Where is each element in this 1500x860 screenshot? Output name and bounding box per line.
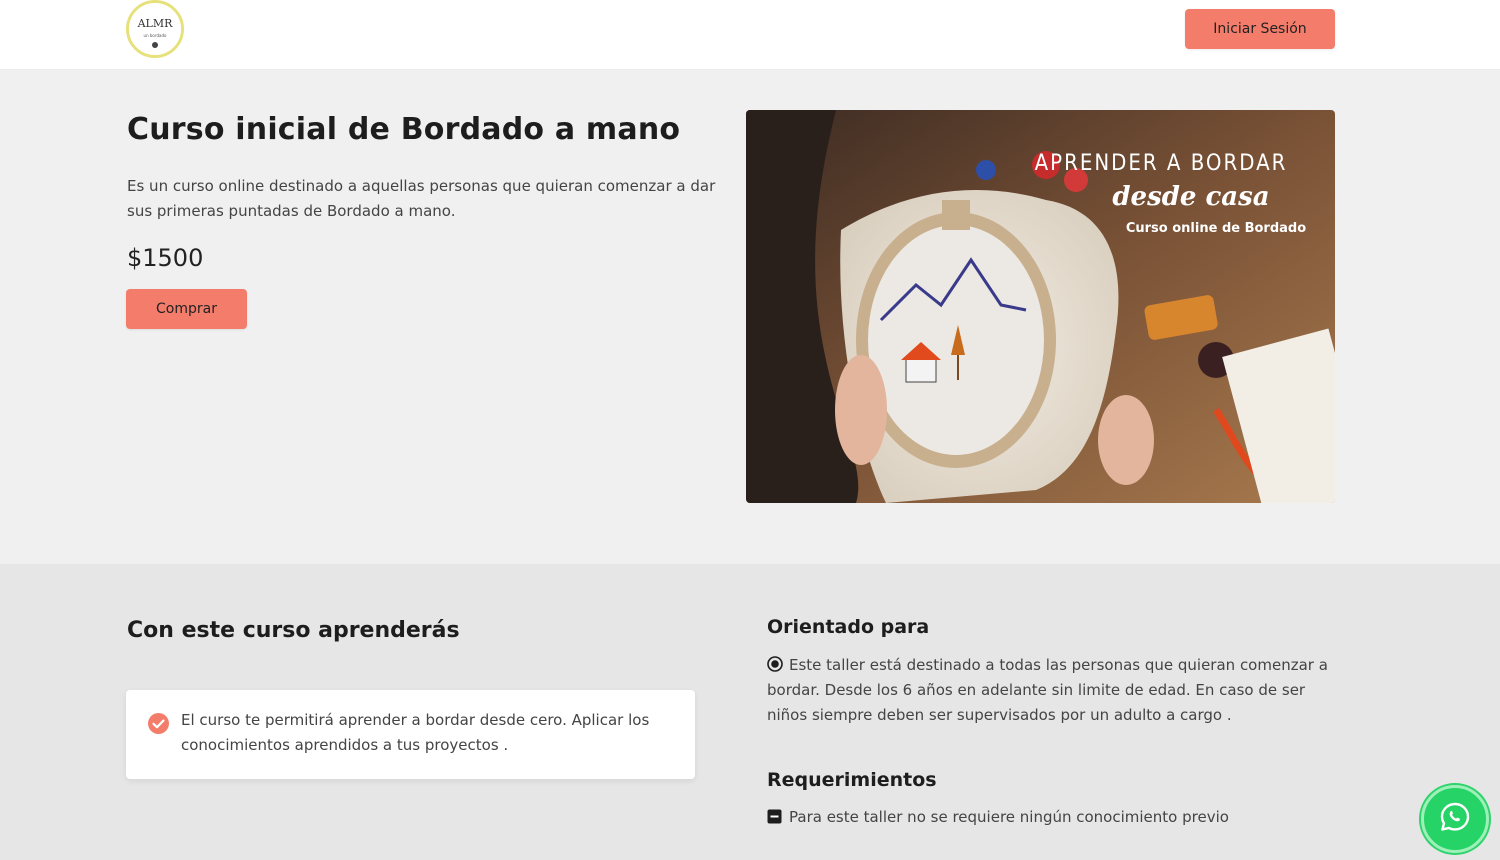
svg-text:un bordado: un bordado bbox=[144, 33, 167, 38]
login-button[interactable]: Iniciar Sesión bbox=[1185, 9, 1335, 49]
svg-text:desde casa: desde casa bbox=[1112, 182, 1269, 212]
orientado-text: Este taller está destinado a todas las p… bbox=[767, 653, 1337, 728]
learn-item-text: El curso te permitirá aprender a bordar … bbox=[181, 711, 650, 754]
learn-item: El curso te permitirá aprender a bordar … bbox=[126, 690, 695, 779]
learn-title: Con este curso aprenderás bbox=[127, 618, 460, 643]
course-title: Curso inicial de Bordado a mano bbox=[127, 112, 681, 147]
course-description: Es un curso online destinado a aquellas … bbox=[127, 177, 716, 220]
requerimientos-text: Para este taller no se requiere ningún c… bbox=[767, 805, 1229, 830]
course-cover-image: APRENDER A BORDAR desde casa Curso onlin… bbox=[746, 110, 1335, 503]
whatsapp-icon bbox=[1438, 800, 1472, 838]
course-price: $1500 bbox=[127, 244, 204, 272]
brand-logo[interactable]: ALMR un bordado bbox=[126, 0, 184, 58]
orientado-description: Este taller está destinado a todas las p… bbox=[767, 656, 1328, 724]
orientado-title: Orientado para bbox=[767, 616, 930, 638]
check-circle-icon bbox=[148, 713, 169, 734]
requerimientos-description: Para este taller no se requiere ningún c… bbox=[789, 808, 1229, 826]
top-header: ALMR un bordado Iniciar Sesión bbox=[0, 0, 1500, 70]
course-details: Con este curso aprenderás El curso te pe… bbox=[0, 564, 1500, 860]
svg-text:APRENDER A BORDAR: APRENDER A BORDAR bbox=[1035, 151, 1288, 176]
svg-text:Curso online de Bordado: Curso online de Bordado bbox=[1126, 221, 1306, 236]
whatsapp-button[interactable] bbox=[1421, 785, 1489, 853]
course-hero: Curso inicial de Bordado a mano Es un cu… bbox=[0, 70, 1500, 564]
minus-square-icon bbox=[767, 807, 782, 824]
requerimientos-title: Requerimientos bbox=[767, 769, 937, 791]
radio-selected-icon bbox=[767, 655, 783, 672]
buy-button[interactable]: Comprar bbox=[126, 289, 247, 329]
svg-text:ALMR: ALMR bbox=[137, 17, 174, 30]
